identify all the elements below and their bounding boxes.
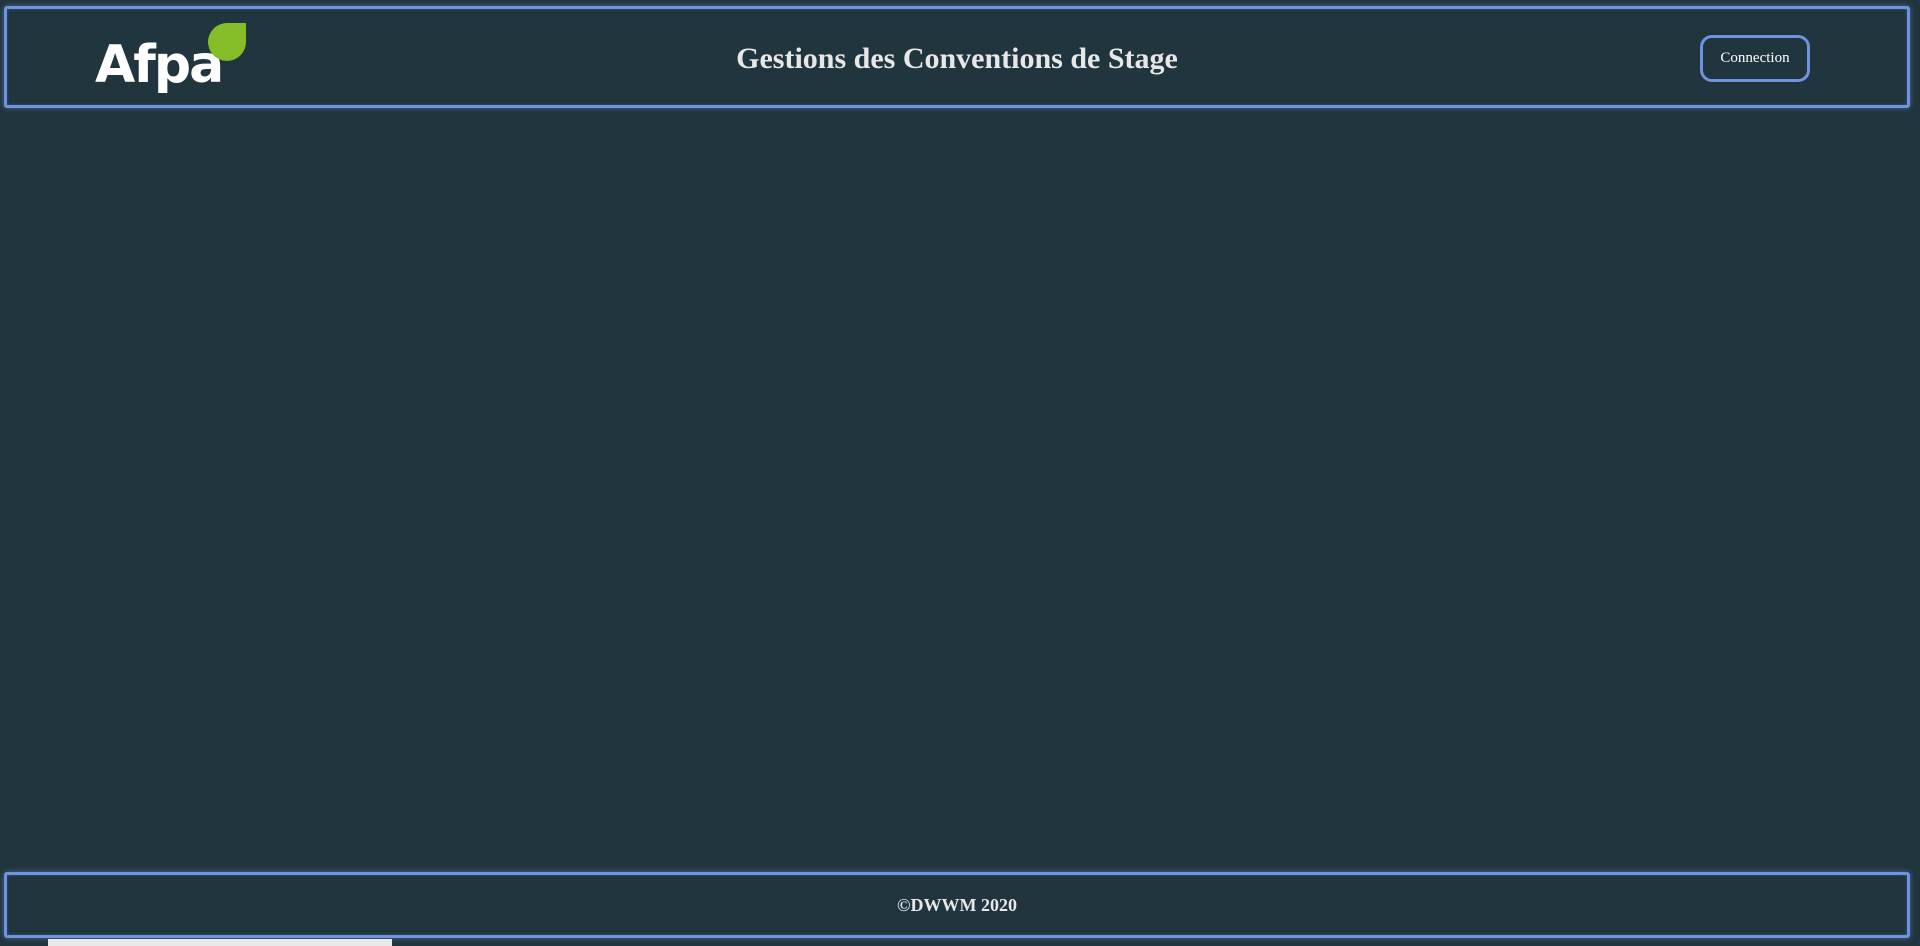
connection-button[interactable]: Connection: [1700, 35, 1810, 82]
copyright-text: ©DWWM 2020: [897, 895, 1017, 915]
page-title: Gestions des Conventions de Stage: [736, 42, 1178, 75]
main-content: [0, 112, 1920, 872]
page: Afpa Gestions des Conventions de Stage C…: [0, 0, 1920, 946]
site-header: Afpa Gestions des Conventions de Stage C…: [4, 6, 1910, 108]
bottom-strip: [48, 939, 392, 946]
site-footer: ©DWWM 2020: [4, 872, 1910, 938]
